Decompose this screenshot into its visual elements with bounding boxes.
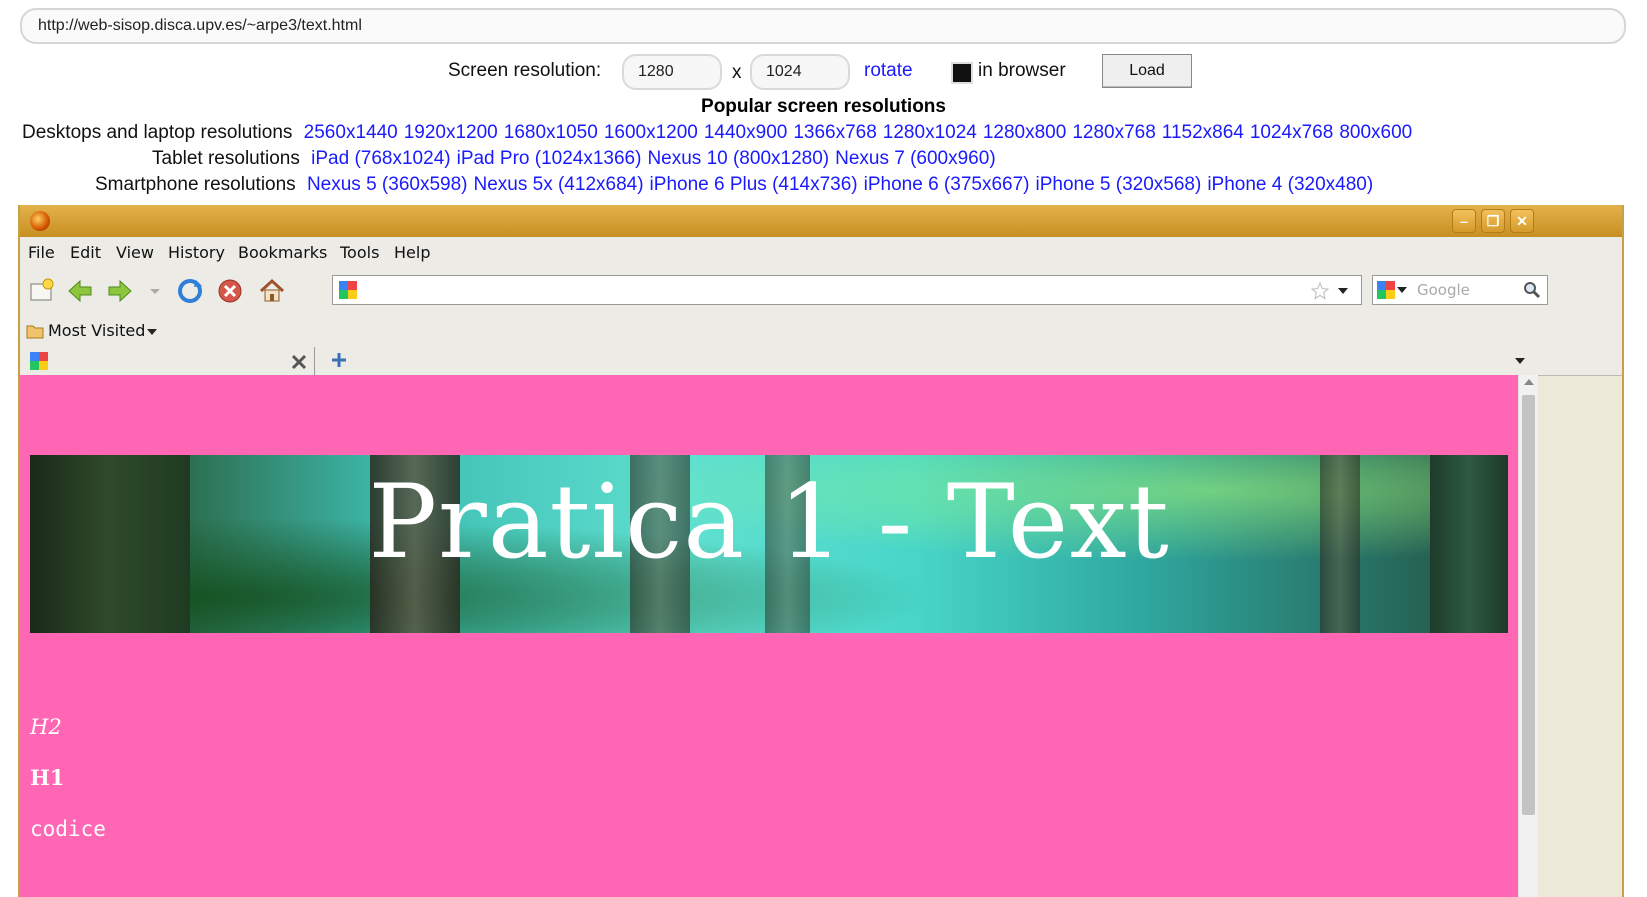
res-link[interactable]: 1680x1050 — [504, 122, 598, 143]
menu-view[interactable]: View — [116, 243, 154, 262]
tablet-resolutions: Tablet resolutions iPad (768x1024) iPad P… — [152, 148, 1002, 170]
res-link[interactable]: 1280x800 — [983, 122, 1066, 143]
res-link[interactable]: 1366x768 — [793, 122, 876, 143]
firefox-icon — [30, 211, 50, 231]
forest-banner: Pratica 1 - Text — [30, 455, 1508, 633]
url-input[interactable]: http://web-sisop.disca.upv.es/~arpe3/tex… — [20, 8, 1626, 44]
width-input[interactable] — [622, 54, 722, 90]
res-link[interactable]: 1152x864 — [1162, 122, 1244, 143]
menu-help[interactable]: Help — [394, 243, 430, 262]
stop-icon[interactable] — [216, 277, 244, 305]
screen-resolution-label: Screen resolution: — [448, 60, 602, 81]
h2-heading: H2 — [30, 715, 62, 739]
most-visited-label[interactable]: Most Visited — [48, 321, 145, 340]
rotate-link[interactable]: rotate — [864, 60, 913, 82]
tab-close-icon[interactable] — [290, 353, 308, 371]
resolution-controls: Screen resolution: x rotate in browser L… — [0, 54, 1647, 94]
res-link[interactable]: 1920x1200 — [404, 122, 498, 143]
chevron-down-icon[interactable] — [146, 327, 158, 337]
res-link[interactable]: iPad (768x1024) — [311, 148, 450, 169]
address-bar[interactable] — [332, 275, 1362, 305]
res-link[interactable]: Nexus 10 (800x1280) — [647, 148, 829, 169]
res-link[interactable]: 1440x900 — [704, 122, 787, 143]
res-link[interactable]: 1280x768 — [1072, 122, 1155, 143]
menu-file[interactable]: File — [28, 243, 55, 262]
menu-bar: File Edit View History Bookmarks Tools H… — [20, 237, 1622, 268]
search-icon[interactable] — [1523, 281, 1541, 299]
folder-icon — [26, 325, 44, 339]
minimize-icon[interactable]: – — [1452, 209, 1476, 233]
res-link[interactable]: 1600x1200 — [604, 122, 698, 143]
res-link[interactable]: iPad Pro (1024x1366) — [457, 148, 642, 169]
in-browser-label: in browser — [978, 60, 1066, 81]
menu-tools[interactable]: Tools — [340, 243, 379, 262]
navigation-toolbar: Google — [20, 267, 1622, 314]
scroll-up-arrow-icon[interactable] — [1524, 379, 1534, 385]
back-icon[interactable] — [66, 277, 94, 305]
url-dropdown-icon[interactable] — [1337, 286, 1349, 296]
desktop-label: Desktops and laptop resolutions — [22, 122, 293, 143]
restore-icon[interactable]: ❐ — [1481, 209, 1505, 233]
vertical-scrollbar[interactable] — [1518, 375, 1538, 897]
load-button[interactable]: Load — [1102, 54, 1192, 88]
new-window-icon[interactable] — [28, 277, 56, 305]
browser-window: – ❐ ✕ File Edit View History Bookmarks T… — [18, 205, 1624, 897]
height-input[interactable] — [750, 54, 850, 90]
res-link[interactable]: 1024x768 — [1250, 122, 1333, 143]
smartphone-resolutions: Smartphone resolutions Nexus 5 (360x598)… — [95, 174, 1379, 196]
res-link[interactable]: 2560x1440 — [304, 122, 398, 143]
h1-heading: H1 — [30, 765, 65, 790]
popular-resolutions-title: Popular screen resolutions — [701, 96, 946, 117]
home-icon[interactable] — [258, 277, 286, 305]
res-link[interactable]: 1280x1024 — [883, 122, 977, 143]
tab-bar — [20, 347, 1622, 376]
bookmark-star-icon[interactable] — [1311, 282, 1329, 300]
url-text: http://web-sisop.disca.upv.es/~arpe3/tex… — [38, 17, 362, 34]
reload-icon[interactable] — [176, 277, 204, 305]
res-link[interactable]: Nexus 7 (600x960) — [835, 148, 996, 169]
res-link[interactable]: iPhone 6 Plus (414x736) — [650, 174, 858, 195]
bookmarks-toolbar: Most Visited — [20, 313, 1622, 348]
tab-list-dropdown-icon[interactable] — [1514, 357, 1526, 365]
scroll-thumb[interactable] — [1522, 395, 1535, 815]
menu-history[interactable]: History — [168, 243, 225, 262]
history-dropdown-icon[interactable] — [148, 277, 162, 305]
close-icon[interactable]: ✕ — [1510, 209, 1534, 233]
search-box[interactable]: Google — [1372, 275, 1548, 305]
code-text: codice — [30, 817, 106, 841]
res-link[interactable]: iPhone 4 (320x480) — [1207, 174, 1373, 195]
tablet-label: Tablet resolutions — [152, 148, 300, 169]
res-link[interactable]: iPhone 5 (320x568) — [1035, 174, 1201, 195]
tab-active[interactable] — [24, 347, 315, 375]
in-browser-checkbox[interactable] — [951, 62, 973, 84]
search-engine-dropdown-icon[interactable] — [1397, 286, 1407, 294]
window-titlebar: – ❐ ✕ — [20, 205, 1622, 237]
forward-icon[interactable] — [106, 277, 134, 305]
banner-title: Pratica 1 - Text — [368, 463, 1170, 582]
menu-edit[interactable]: Edit — [70, 243, 101, 262]
menu-bookmarks[interactable]: Bookmarks — [238, 243, 327, 262]
search-placeholder: Google — [1417, 281, 1470, 299]
res-link[interactable]: Nexus 5 (360x598) — [307, 174, 468, 195]
new-tab-icon[interactable] — [330, 351, 348, 369]
res-link[interactable]: iPhone 6 (375x667) — [864, 174, 1030, 195]
desktop-resolutions: Desktops and laptop resolutions 2560x144… — [22, 122, 1418, 144]
res-link[interactable]: Nexus 5x (412x684) — [474, 174, 644, 195]
search-engine-icon[interactable] — [1377, 281, 1395, 299]
google-favicon-icon — [339, 281, 357, 299]
page-content: Pratica 1 - Text H2 H1 codice — [20, 375, 1518, 897]
tab-favicon-icon — [30, 352, 48, 370]
x-separator: x — [732, 62, 742, 83]
smartphone-label: Smartphone resolutions — [95, 174, 296, 195]
res-link[interactable]: 800x600 — [1339, 122, 1412, 143]
